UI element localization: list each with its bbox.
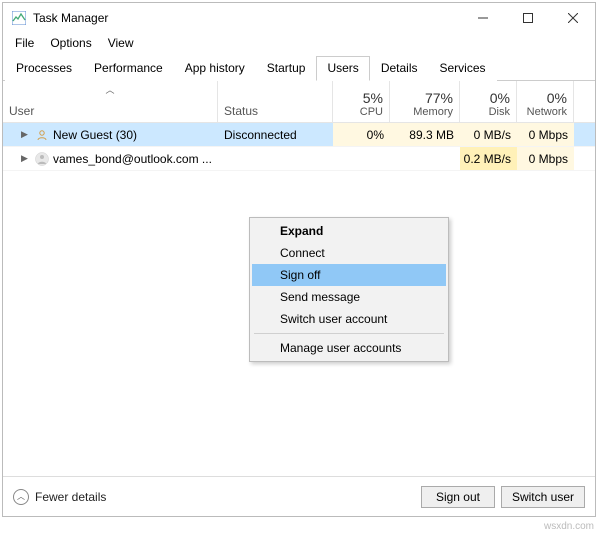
sort-indicator-icon: ︿ bbox=[105, 83, 114, 96]
window-controls bbox=[460, 4, 595, 32]
tab-users[interactable]: Users bbox=[316, 56, 369, 81]
maximize-button[interactable] bbox=[505, 4, 550, 32]
column-header-status[interactable]: Status bbox=[218, 81, 333, 122]
column-label: Memory bbox=[413, 106, 453, 118]
chevron-right-icon[interactable]: ▶ bbox=[21, 129, 31, 140]
menubar: File Options View bbox=[3, 33, 595, 53]
switch-user-button[interactable]: Switch user bbox=[501, 486, 585, 508]
tab-app-history[interactable]: App history bbox=[174, 56, 256, 81]
titlebar: Task Manager bbox=[3, 3, 595, 33]
user-cell: ▶ vames_bond@outlook.com ... bbox=[3, 152, 218, 166]
context-menu: Expand Connect Sign off Send message Swi… bbox=[249, 217, 449, 362]
user-photo-icon bbox=[35, 152, 49, 166]
context-menu-switch-user-account[interactable]: Switch user account bbox=[252, 308, 446, 330]
column-label: CPU bbox=[360, 106, 383, 118]
column-header-memory[interactable]: 77% Memory bbox=[390, 81, 460, 122]
cpu-cell bbox=[333, 147, 390, 170]
footer: ︿ Fewer details Sign out Switch user bbox=[3, 476, 595, 516]
metric-percent: 77% bbox=[425, 90, 453, 106]
tab-performance[interactable]: Performance bbox=[83, 56, 174, 81]
fewer-details-toggle[interactable]: ︿ Fewer details bbox=[13, 489, 106, 505]
menu-options[interactable]: Options bbox=[42, 34, 99, 52]
context-menu-manage-user-accounts[interactable]: Manage user accounts bbox=[252, 337, 446, 359]
app-icon bbox=[11, 10, 27, 26]
tab-details[interactable]: Details bbox=[370, 56, 429, 81]
column-label: Status bbox=[224, 104, 258, 118]
chevron-right-icon[interactable]: ▶ bbox=[21, 153, 31, 164]
tab-strip: Processes Performance App history Startu… bbox=[3, 55, 595, 81]
context-menu-sign-off[interactable]: Sign off bbox=[252, 264, 446, 286]
tab-services[interactable]: Services bbox=[429, 56, 497, 81]
menu-view[interactable]: View bbox=[100, 34, 142, 52]
user-name: New Guest (30) bbox=[53, 128, 137, 142]
user-row[interactable]: ▶ vames_bond@outlook.com ... 0.2 MB/s 0 … bbox=[3, 147, 595, 171]
fewer-details-label: Fewer details bbox=[35, 490, 106, 504]
metric-percent: 0% bbox=[490, 90, 510, 106]
close-button[interactable] bbox=[550, 4, 595, 32]
window-title: Task Manager bbox=[33, 11, 108, 25]
menu-separator bbox=[254, 333, 444, 334]
column-label: Disk bbox=[489, 106, 510, 118]
column-header-user[interactable]: ︿ User bbox=[3, 81, 218, 122]
tab-processes[interactable]: Processes bbox=[5, 56, 83, 81]
metric-percent: 5% bbox=[363, 90, 383, 106]
sign-out-button[interactable]: Sign out bbox=[421, 486, 495, 508]
minimize-button[interactable] bbox=[460, 4, 505, 32]
disk-cell: 0.2 MB/s bbox=[460, 147, 517, 170]
user-icon bbox=[35, 128, 49, 142]
disk-cell: 0 MB/s bbox=[460, 123, 517, 146]
tab-startup[interactable]: Startup bbox=[256, 56, 317, 81]
column-label: Network bbox=[527, 106, 567, 118]
users-grid: ︿ User Status 5% CPU 77% Memory 0% Disk … bbox=[3, 81, 595, 476]
column-header-cpu[interactable]: 5% CPU bbox=[333, 81, 390, 122]
status-cell: Disconnected bbox=[218, 128, 333, 142]
menu-file[interactable]: File bbox=[7, 34, 42, 52]
user-row[interactable]: ▶ New Guest (30) Disconnected 0% 89.3 MB… bbox=[3, 123, 595, 147]
column-header-network[interactable]: 0% Network bbox=[517, 81, 574, 122]
memory-cell bbox=[390, 147, 460, 170]
watermark: wsxdn.com bbox=[544, 521, 594, 532]
user-name: vames_bond@outlook.com ... bbox=[53, 152, 212, 166]
task-manager-window: Task Manager File Options View Processes… bbox=[2, 2, 596, 517]
chevron-up-icon: ︿ bbox=[13, 489, 29, 505]
memory-cell: 89.3 MB bbox=[390, 123, 460, 146]
network-cell: 0 Mbps bbox=[517, 123, 574, 146]
network-cell: 0 Mbps bbox=[517, 147, 574, 170]
cpu-cell: 0% bbox=[333, 123, 390, 146]
footer-buttons: Sign out Switch user bbox=[421, 486, 585, 508]
column-headers: ︿ User Status 5% CPU 77% Memory 0% Disk … bbox=[3, 81, 595, 123]
column-label: User bbox=[9, 104, 34, 118]
context-menu-connect[interactable]: Connect bbox=[252, 242, 446, 264]
user-cell: ▶ New Guest (30) bbox=[3, 128, 218, 142]
column-header-disk[interactable]: 0% Disk bbox=[460, 81, 517, 122]
metric-percent: 0% bbox=[547, 90, 567, 106]
context-menu-send-message[interactable]: Send message bbox=[252, 286, 446, 308]
context-menu-expand[interactable]: Expand bbox=[252, 220, 446, 242]
